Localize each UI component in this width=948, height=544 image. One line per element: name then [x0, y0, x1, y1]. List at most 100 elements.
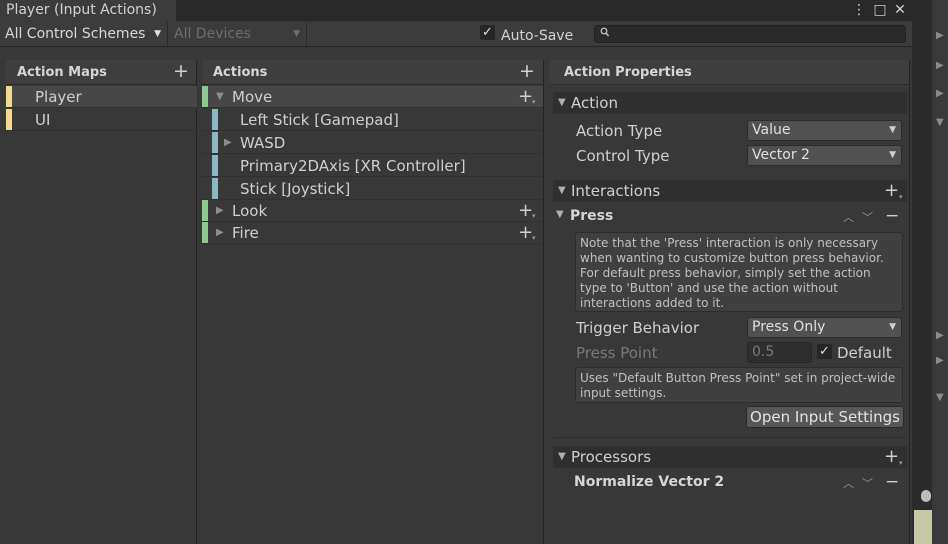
composite-item-wasd[interactable]: ▶ WASD — [202, 132, 543, 154]
autosave-checkbox[interactable]: ✓ — [480, 25, 495, 40]
dropdown-caret-icon: ▾ — [899, 459, 903, 467]
control-type-dropdown[interactable]: Vector 2 ▼ — [747, 145, 902, 166]
expand-arrow-icon[interactable]: ▼ — [936, 392, 944, 403]
add-action-icon[interactable]: + — [519, 62, 535, 81]
expand-arrow-icon[interactable]: ▼ — [936, 117, 944, 128]
press-point-field: 0.5 — [747, 342, 812, 363]
move-up-icon[interactable]: ︿ — [843, 475, 854, 491]
action-map-item-player[interactable]: Player — [6, 86, 197, 108]
collapse-arrow-icon[interactable]: ▶ — [936, 88, 944, 99]
default-label: Default — [837, 344, 892, 362]
press-point-help-text: Uses "Default Button Press Point" set in… — [580, 371, 896, 400]
close-icon[interactable]: ✕ — [891, 0, 909, 21]
move-up-icon[interactable]: ︿ — [843, 209, 854, 225]
more-menu-icon[interactable]: ⋮ — [850, 0, 868, 21]
control-schemes-label: All Control Schemes — [5, 26, 146, 42]
add-interaction-icon[interactable]: + — [884, 181, 899, 200]
binding-stripe — [212, 155, 218, 176]
add-action-map-icon[interactable]: + — [173, 62, 189, 81]
interactions-section-header[interactable]: ▼ Interactions + ▾ — [553, 180, 907, 202]
binding-label: Stick [Joystick] — [240, 180, 351, 198]
move-down-icon[interactable]: ﹀ — [862, 475, 873, 491]
processors-section-header[interactable]: ▼ Processors + ▾ — [553, 446, 907, 468]
adjacent-panel-edge — [934, 0, 948, 544]
binding-item-left-stick[interactable]: Left Stick [Gamepad] — [202, 109, 543, 131]
binding-item-stick[interactable]: Stick [Joystick] — [202, 178, 543, 200]
composite-label: WASD — [240, 134, 286, 152]
interactions-section-label: Interactions — [571, 182, 661, 200]
collapse-arrow-icon[interactable]: ▶ — [936, 330, 944, 341]
collapse-arrow-icon[interactable]: ▶ — [224, 132, 232, 154]
actions-header: Actions + — [202, 60, 543, 85]
adjacent-panel-swatch — [914, 510, 932, 544]
add-binding-icon[interactable]: + — [518, 201, 533, 220]
add-binding-icon[interactable]: + — [518, 223, 533, 242]
collapse-arrow-icon[interactable]: ▶ — [936, 355, 944, 366]
binding-stripe — [212, 109, 218, 130]
binding-label: Primary2DAxis [XR Controller] — [240, 157, 466, 175]
action-stripe — [202, 222, 208, 243]
action-type-label: Action Type — [576, 122, 663, 140]
divider — [553, 437, 907, 438]
expand-arrow-icon: ▼ — [556, 209, 564, 220]
collapse-arrow-icon[interactable]: ▶ — [216, 200, 224, 222]
default-checkbox[interactable]: ✓ — [817, 344, 832, 359]
action-item-fire[interactable]: ▶ Fire + ▾ — [202, 222, 543, 244]
action-map-label: UI — [35, 111, 51, 129]
action-properties-panel: Action Properties ▼ Action Action Type V… — [550, 60, 910, 544]
chevron-down-icon: ▼ — [889, 322, 896, 332]
expand-arrow-icon[interactable]: ▼ — [216, 86, 224, 108]
action-stripe — [202, 200, 208, 221]
trigger-behavior-dropdown[interactable]: Press Only ▼ — [747, 317, 902, 338]
actions-panel: Actions + ▼ Move + ▾ Left Stick [Gamepad… — [202, 60, 544, 544]
chevron-down-icon: ▼ — [154, 29, 161, 39]
control-type-label: Control Type — [576, 147, 670, 165]
toolbar: All Control Schemes ▼ All Devices ▼ ✓ Au… — [0, 22, 912, 47]
action-label: Move — [232, 88, 273, 106]
action-map-stripe — [6, 109, 12, 130]
binding-stripe — [212, 178, 218, 199]
collapse-arrow-icon[interactable]: ▶ — [936, 60, 944, 71]
action-section-header[interactable]: ▼ Action — [553, 92, 907, 114]
actions-title: Actions — [213, 65, 268, 80]
processors-section-label: Processors — [571, 448, 652, 466]
processor-item[interactable]: Normalize Vector 2 ︿ ﹀ − — [554, 472, 906, 494]
action-map-item-ui[interactable]: UI — [6, 109, 197, 131]
action-properties-header: Action Properties — [550, 60, 909, 85]
action-item-look[interactable]: ▶ Look + ▾ — [202, 200, 543, 222]
binding-item-primary2daxis[interactable]: Primary2DAxis [XR Controller] — [202, 155, 543, 177]
collapse-arrow-icon[interactable]: ▶ — [936, 30, 944, 41]
expand-arrow-icon: ▼ — [558, 97, 566, 108]
action-maps-header: Action Maps + — [6, 60, 196, 85]
remove-icon[interactable]: − — [885, 472, 899, 492]
add-binding-icon[interactable]: + — [518, 87, 533, 106]
control-schemes-dropdown[interactable]: All Control Schemes ▼ — [0, 22, 168, 46]
trigger-behavior-label: Trigger Behavior — [576, 319, 700, 337]
action-type-dropdown[interactable]: Value ▼ — [747, 120, 902, 141]
open-input-settings-button[interactable]: Open Input Settings — [746, 406, 904, 428]
collapse-arrow-icon[interactable]: ▶ — [216, 222, 224, 244]
window-tab[interactable]: Player (Input Actions) — [0, 0, 176, 21]
action-label: Fire — [232, 224, 259, 242]
press-help-text: Note that the 'Press' interaction is onl… — [580, 236, 884, 310]
chevron-down-icon: ▼ — [293, 29, 300, 39]
add-processor-icon[interactable]: + — [884, 447, 899, 466]
chevron-down-icon: ▼ — [889, 125, 896, 135]
scrollbar-track[interactable] — [912, 0, 932, 544]
action-map-stripe — [6, 86, 12, 107]
maximize-icon[interactable]: □ — [871, 0, 889, 21]
scrollbar-handle[interactable] — [921, 490, 931, 502]
remove-icon[interactable]: − — [885, 206, 899, 226]
control-type-value: Vector 2 — [752, 147, 810, 163]
press-interaction-header[interactable]: ▼ Press ︿ ﹀ − — [554, 206, 906, 228]
action-label: Look — [232, 202, 268, 220]
dropdown-caret-icon: ▾ — [899, 193, 903, 201]
move-down-icon[interactable]: ﹀ — [862, 209, 873, 225]
search-input[interactable] — [594, 25, 906, 43]
dropdown-caret-icon: ▾ — [532, 234, 536, 242]
action-map-label: Player — [35, 88, 82, 106]
action-type-value: Value — [752, 122, 791, 138]
action-item-move[interactable]: ▼ Move + ▾ — [202, 86, 543, 108]
chevron-down-icon: ▼ — [889, 150, 896, 160]
trigger-behavior-value: Press Only — [752, 319, 826, 335]
